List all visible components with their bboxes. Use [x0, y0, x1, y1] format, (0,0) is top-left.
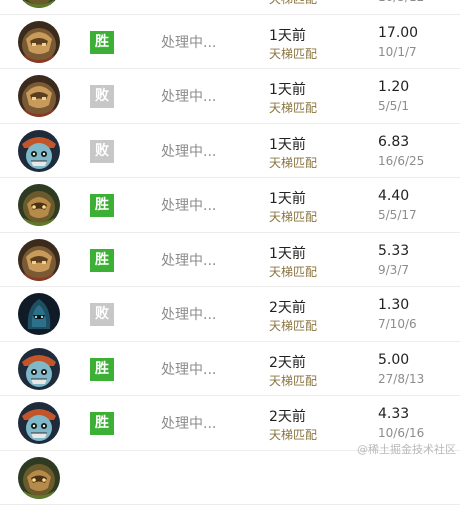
kda-ratio: 5.33	[378, 243, 409, 259]
match-mode: 天梯匹配	[269, 317, 317, 334]
win-badge: 胜	[90, 31, 114, 54]
match-row[interactable]: 败 处理中... 1天前天梯匹配 1.20 5/5/1	[0, 69, 460, 124]
status-text: 处理中...	[161, 250, 216, 270]
loss-badge: 败	[90, 85, 114, 108]
watermark: @稀土掘金技术社区	[357, 441, 456, 457]
kill-death-assist: 10/1/7	[378, 45, 417, 59]
match-time: 2天前	[269, 352, 306, 372]
match-mode: 天梯匹配	[269, 0, 317, 7]
match-time: 1天前	[269, 243, 306, 263]
kill-death-assist: 5/5/17	[378, 208, 417, 222]
kill-death-assist: 10/6/16	[378, 426, 424, 440]
match-row[interactable]: 胜 处理中... 1天前天梯匹配 4.40 5/5/17	[0, 178, 460, 233]
match-row[interactable]: 败 处理中... 1天前天梯匹配 6.83 16/6/25	[0, 124, 460, 179]
hero-juggernaut-portrait-icon	[18, 21, 60, 63]
kda-ratio: 6.83	[378, 134, 409, 150]
match-time: 1天前	[269, 134, 306, 154]
match-time: 1天前	[269, 25, 306, 45]
kda-ratio: 5.00	[378, 352, 409, 368]
kill-death-assist: 7/10/6	[378, 317, 417, 331]
match-mode: 天梯匹配	[269, 208, 317, 225]
kill-death-assist: 10/3/12	[378, 0, 424, 4]
kill-death-assist: 16/6/25	[378, 154, 424, 168]
kill-death-assist: 27/8/13	[378, 372, 424, 386]
hero-brewmaster-portrait-icon	[18, 457, 60, 499]
hero-juggernaut-portrait-icon	[18, 75, 60, 117]
match-time: 1天前	[269, 79, 306, 99]
win-badge: 胜	[90, 358, 114, 381]
hero-undead-portrait-icon	[18, 348, 60, 390]
win-badge: 胜	[90, 412, 114, 435]
win-badge: 胜	[90, 194, 114, 217]
hero-phantom-assassin-portrait-icon	[18, 293, 60, 335]
match-history-list: 天梯匹配10/3/12胜处理中...1天前天梯匹配17.0010/1/7败处理中…	[0, 0, 460, 505]
status-text: 处理中...	[161, 359, 216, 379]
hero-brewmaster-portrait-icon	[18, 184, 60, 226]
kda-ratio: 1.20	[378, 79, 409, 95]
match-row[interactable]	[0, 451, 460, 505]
kda-ratio: 4.40	[378, 188, 409, 204]
match-mode: 天梯匹配	[269, 45, 317, 62]
match-row[interactable]: 胜 处理中... 1天前天梯匹配 5.33 9/3/7	[0, 233, 460, 288]
kill-death-assist: 5/5/1	[378, 99, 409, 113]
match-time: 1天前	[269, 188, 306, 208]
status-text: 处理中...	[161, 413, 216, 433]
status-text: 处理中...	[161, 86, 216, 106]
hero-brewmaster-portrait-icon	[18, 0, 60, 8]
match-row[interactable]: 天梯匹配 10/3/12	[0, 0, 460, 15]
match-row[interactable]: 胜 处理中... 2天前天梯匹配 5.00 27/8/13	[0, 342, 460, 397]
loss-badge: 败	[90, 140, 114, 163]
kill-death-assist: 9/3/7	[378, 263, 409, 277]
status-text: 处理中...	[161, 195, 216, 215]
loss-badge: 败	[90, 303, 114, 326]
hero-undead-portrait-icon	[18, 402, 60, 444]
kda-ratio: 1.30	[378, 297, 409, 313]
status-text: 处理中...	[161, 32, 216, 52]
match-mode: 天梯匹配	[269, 99, 317, 116]
kda-ratio: 17.00	[378, 25, 418, 41]
kda-ratio: 4.33	[378, 406, 409, 422]
match-row[interactable]: 败 处理中... 2天前天梯匹配 1.30 7/10/6	[0, 287, 460, 342]
match-mode: 天梯匹配	[269, 426, 317, 443]
match-mode: 天梯匹配	[269, 372, 317, 389]
win-badge: 胜	[90, 249, 114, 272]
match-row[interactable]: 胜 处理中... 1天前天梯匹配 17.00 10/1/7	[0, 15, 460, 70]
match-time: 2天前	[269, 297, 306, 317]
match-mode: 天梯匹配	[269, 154, 317, 171]
match-time: 2天前	[269, 406, 306, 426]
status-text: 处理中...	[161, 141, 216, 161]
status-text: 处理中...	[161, 304, 216, 324]
hero-undead-portrait-icon	[18, 130, 60, 172]
match-mode: 天梯匹配	[269, 263, 317, 280]
hero-juggernaut-portrait-icon	[18, 239, 60, 281]
